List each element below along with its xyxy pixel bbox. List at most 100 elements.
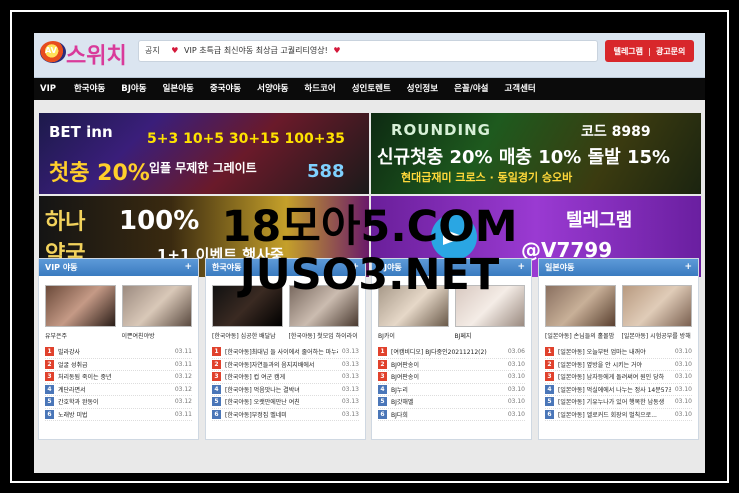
- item-date: 03.13: [341, 348, 359, 356]
- rank-badge: 5: [45, 397, 54, 407]
- item-date: 03.10: [674, 398, 692, 406]
- nav-item-chinese[interactable]: 중국야동: [202, 78, 249, 100]
- banner-text: ROUNDING: [391, 121, 491, 139]
- thumb-title[interactable]: [일본야동] 손님들의 홀몰밤: [545, 331, 616, 340]
- list-item[interactable]: 2 [한국야동]자연들과의 음지지배에서 03.13: [212, 359, 359, 371]
- rank-badge: 4: [212, 384, 221, 394]
- list-item[interactable]: 1 [한국야동]최대넘 들 사이에서 줄어하는 마누라 03.13: [212, 346, 359, 359]
- rank-badge: 3: [45, 372, 54, 382]
- list-item[interactable]: 1 빌라강사 03.11: [45, 346, 192, 359]
- list-item[interactable]: 5 BJ갓해벨 03.10: [378, 396, 525, 409]
- list-item[interactable]: 5 [일본야동] 기유누나가 있어 행복한 남동생 03.10: [545, 396, 692, 409]
- nav-item-korean[interactable]: 한국야동: [66, 78, 113, 100]
- item-title: 간호학과 완동이: [58, 399, 99, 407]
- banner-text: 첫충 20%: [49, 161, 150, 186]
- button-separator: |: [648, 46, 651, 56]
- item-date: 03.13: [341, 410, 359, 418]
- item-date: 03.10: [674, 360, 692, 368]
- list-item[interactable]: 4 [일본야동] 먹실에에서 나누는 정사 14분57초 03.10: [545, 384, 692, 396]
- item-title: [한국야동]최대넘 들 사이에서 줄어하는 마누라: [225, 349, 338, 357]
- list-item[interactable]: 3 [한국야동] 컵 여군 캠게 03.13: [212, 371, 359, 384]
- notice-text: VIP 초특급 최신야동 최상급 고퀄리티영상!: [184, 46, 328, 55]
- thumb-title[interactable]: [한국야동] 첫모임 하이라이: [289, 331, 360, 340]
- list-item[interactable]: 4 BJ누리 03.10: [378, 384, 525, 396]
- rank-badge: 2: [378, 359, 387, 369]
- list-item[interactable]: 3 BJ여판송이 03.10: [378, 371, 525, 384]
- heart-icon: ♥: [333, 46, 341, 55]
- thumb-title[interactable]: BJ페지: [455, 331, 526, 340]
- nav-item-japanese[interactable]: 일본야동: [155, 78, 202, 100]
- list-item[interactable]: 6 BJ다희 03.10: [378, 409, 525, 421]
- logo-badge-text: AV: [45, 46, 57, 55]
- banner-betinn[interactable]: BET inn 5+3 10+5 30+15 100+35 첫충 20% 입플 …: [39, 113, 369, 194]
- banner-rounding[interactable]: ROUNDING 코드 8989 신규첫충 20% 매충 10% 돌발 15% …: [371, 113, 701, 194]
- header-buttons: 텔레그램 | 광고문의: [605, 40, 694, 62]
- video-list: 1 [여캠비디오] BJ다중인20211212(2) 03.06 2 BJ여판송이 03…: [372, 340, 531, 421]
- nav-item-vip[interactable]: VIP: [34, 78, 66, 100]
- rank-badge: 6: [545, 409, 554, 419]
- nav-item-bj[interactable]: BJ야동: [113, 78, 154, 100]
- item-title: [일본야동] 기유누나가 있어 행복한 남동생: [558, 399, 665, 407]
- list-item[interactable]: 2 BJ여판송이 03.10: [378, 359, 525, 371]
- list-item[interactable]: 1 [여캠비디오] BJ다중인20211212(2) 03.06: [378, 346, 525, 359]
- rank-badge: 4: [45, 384, 54, 394]
- rank-badge: 1: [212, 347, 221, 357]
- item-title: [일본야동] 엘로커드 회장의 벌칙으로...: [558, 411, 657, 419]
- rank-badge: 3: [212, 372, 221, 382]
- item-title: 노래방 미법: [58, 411, 88, 419]
- thumb-title[interactable]: [한국야동] 심공한 배달남: [212, 331, 283, 340]
- site-header: AV 스위치 공지 ♥ VIP 초특급 최신야동 최상급 고퀄리티영상! ♥ 텔…: [34, 33, 705, 78]
- telegram-button[interactable]: 텔레그램: [614, 46, 643, 57]
- watermark-domain-1: 18모아5.COM: [221, 202, 518, 252]
- site-logo[interactable]: AV 스위치: [40, 37, 136, 69]
- item-title: BJ다희: [391, 411, 408, 419]
- item-title: BJ갓해벨: [391, 399, 414, 407]
- thumb-title[interactable]: 이쁜여친야방: [122, 331, 193, 340]
- item-title: 계단라면서: [58, 386, 86, 394]
- nav-item-support[interactable]: 고객센터: [496, 78, 543, 100]
- list-item[interactable]: 6 [일본야동] 엘로커드 회장의 벌칙으로... 03.10: [545, 409, 692, 421]
- item-date: 03.11: [174, 410, 192, 418]
- item-date: 03.10: [507, 385, 525, 393]
- item-title: [일본야동] 먹실에에서 나누는 정사 14분57초: [558, 386, 671, 394]
- thumb-labels: BJ카이 BJ페지: [372, 327, 531, 340]
- item-date: 03.11: [174, 348, 192, 356]
- logo-brand-text: 스위치: [66, 44, 127, 69]
- item-title: [한국야동]부정집 벨네미: [225, 411, 287, 419]
- item-date: 03.12: [174, 385, 192, 393]
- rank-badge: 1: [378, 347, 387, 357]
- list-item[interactable]: 4 [한국야동] 먹음맛나는 결박녀 03.13: [212, 384, 359, 396]
- item-date: 03.12: [174, 373, 192, 381]
- nav-item-hardcore[interactable]: 하드코어: [296, 78, 343, 100]
- list-item[interactable]: 6 노래방 미법 03.11: [45, 409, 192, 421]
- banner-text: 5+3 10+5 30+15 100+35: [147, 131, 345, 147]
- item-date: 03.10: [507, 373, 525, 381]
- thumb-labels: [일본야동] 손님들의 홀몰밤 [일본야동] 시험공부를 방해: [539, 327, 698, 340]
- list-item[interactable]: 6 [한국야동]부정집 벨네미 03.13: [212, 409, 359, 421]
- outer-black-frame: AV 스위치 공지 ♥ VIP 초특급 최신야동 최상급 고퀄리티영상! ♥ 텔…: [0, 0, 739, 493]
- list-item[interactable]: 5 간호학과 완동이 03.12: [45, 396, 192, 409]
- thumb-title[interactable]: 유부은주: [45, 331, 116, 340]
- notice-tag: 공지: [145, 46, 160, 55]
- watermark-domain-2: JUSO3.NET: [239, 250, 500, 300]
- list-item[interactable]: 3 처리동됨 죽이는 중년 03.12: [45, 371, 192, 384]
- banner-text: BET inn: [49, 123, 113, 141]
- thumb-title[interactable]: [일본야동] 시험공부를 방해: [622, 331, 693, 340]
- list-item[interactable]: 3 [일본야동] 남자등에게 돌려써여 원인 당하 03.10: [545, 371, 692, 384]
- list-item[interactable]: 1 [일본야동] 오늘부턴 엄마는 내꺼야 03.10: [545, 346, 692, 359]
- item-title: BJ여판송이: [391, 374, 419, 382]
- nav-item-info[interactable]: 성인정보: [399, 78, 446, 100]
- item-date: 03.12: [174, 398, 192, 406]
- list-item[interactable]: 5 [한국야동] 오랫만에만난 여친 03.13: [212, 396, 359, 409]
- list-item[interactable]: 2 [일본야동] 옆방을 안 시키는 거야 03.10: [545, 359, 692, 371]
- list-item[interactable]: 2 얼굴 성취급 03.11: [45, 359, 192, 371]
- rank-badge: 6: [378, 409, 387, 419]
- thumb-title[interactable]: BJ카이: [378, 331, 449, 340]
- nav-item-western[interactable]: 서양야동: [249, 78, 296, 100]
- notice-bar[interactable]: 공지 ♥ VIP 초특급 최신야동 최상급 고퀄리티영상! ♥: [138, 40, 598, 62]
- nav-item-torrent[interactable]: 성인토렌트: [344, 78, 399, 100]
- item-date: 03.13: [341, 398, 359, 406]
- nav-item-stories[interactable]: 은꼴/야설: [446, 78, 496, 100]
- list-item[interactable]: 4 계단라면서 03.12: [45, 384, 192, 396]
- ad-inquiry-button[interactable]: 광고문의: [656, 46, 685, 57]
